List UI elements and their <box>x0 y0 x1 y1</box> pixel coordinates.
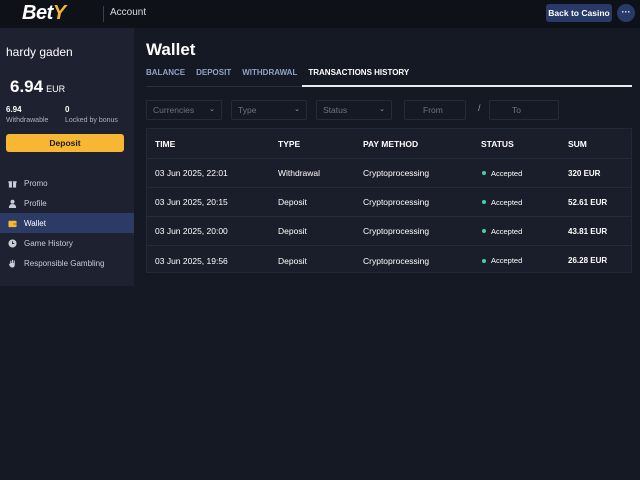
column-sum: SUM <box>568 138 587 149</box>
sidebar-item-game-history[interactable]: Game History <box>0 233 134 253</box>
row-status: Accepted <box>482 246 522 275</box>
row-type: Deposit <box>278 255 307 266</box>
type-select[interactable]: Type ⌄ <box>231 100 307 120</box>
status-dot-icon <box>482 200 486 204</box>
status-dot-icon <box>482 171 486 175</box>
chevron-down-icon: ⌄ <box>209 106 215 113</box>
row-status: Accepted <box>482 217 522 245</box>
active-tab-indicator <box>302 85 632 87</box>
sidebar-item-wallet[interactable]: Wallet <box>0 213 134 233</box>
bonus-label: Locked by bonus <box>65 117 118 124</box>
row-time: 03 Jun 2025, 22:01 <box>155 168 228 178</box>
to-date-input[interactable]: To <box>489 100 559 120</box>
username: hardy gaden <box>6 45 73 59</box>
sidebar-item-label: Promo <box>24 178 48 188</box>
bety-logo[interactable]: BetY <box>22 2 66 25</box>
balance-value: 6.94 <box>10 77 44 96</box>
column-pay-method: PAY METHOD <box>363 138 419 149</box>
status-placeholder: Status <box>323 105 348 115</box>
clock-icon <box>7 238 17 248</box>
balance-currency: EUR <box>46 84 66 94</box>
row-status-text: Accepted <box>491 168 523 178</box>
logo-accent-text: Y <box>52 2 66 24</box>
bonus-stat: 0 Locked by bonus <box>65 105 118 124</box>
back-to-casino-button[interactable]: Back to Casino <box>546 4 612 22</box>
row-type: Withdrawal <box>278 168 321 178</box>
type-placeholder: Type <box>238 105 257 115</box>
row-pay-method: Cryptoprocessing <box>363 226 430 236</box>
row-time: 03 Jun 2025, 20:15 <box>155 197 228 207</box>
sidebar-item-label: Responsible Gambling <box>24 258 105 268</box>
currencies-select[interactable]: Currencies ⌄ <box>146 100 222 120</box>
row-status: Accepted <box>482 159 522 187</box>
transactions-table: TIME TYPE PAY METHOD STATUS SUM 03 Jun 2… <box>146 128 632 273</box>
chevron-down-icon: ⌄ <box>294 106 300 113</box>
currencies-placeholder: Currencies <box>153 105 195 115</box>
row-pay-method: Cryptoprocessing <box>363 168 430 178</box>
status-dot-icon <box>482 229 486 233</box>
row-sum: 52.61 EUR <box>568 197 608 207</box>
status-select[interactable]: Status ⌄ <box>316 100 392 120</box>
tab-withdrawal[interactable]: WITHDRAWAL <box>242 68 297 84</box>
tab-transactions-history[interactable]: TRANSACTIONS HISTORY <box>308 68 409 84</box>
row-type: Deposit <box>278 226 307 236</box>
page-title: Wallet <box>146 40 196 59</box>
withdrawable-label: Withdrawable <box>6 117 49 124</box>
tab-deposit[interactable]: DEPOSIT <box>196 68 231 84</box>
sidebar-item-label: Profile <box>24 198 47 208</box>
table-row: 03 Jun 2025, 20:15 Deposit Cryptoprocess… <box>147 188 631 217</box>
from-date-input[interactable]: From <box>404 100 466 120</box>
tab-balance[interactable]: BALANCE <box>146 68 185 84</box>
column-status: STATUS <box>481 138 514 149</box>
gift-icon <box>7 178 17 188</box>
withdrawable-stat: 6.94 Withdrawable <box>6 105 48 124</box>
sidebar-nav: Promo Profile Wallet Game History Respon… <box>0 173 134 273</box>
withdrawable-value: 6.94 <box>6 105 22 114</box>
row-status: Accepted <box>482 188 522 216</box>
row-type: Deposit <box>278 197 307 207</box>
sidebar-item-label: Game History <box>24 238 73 248</box>
section-title: Account <box>110 7 147 18</box>
row-time: 03 Jun 2025, 19:56 <box>155 255 228 266</box>
user-icon <box>7 198 17 208</box>
status-dot-icon <box>482 258 486 263</box>
account-sidebar: hardy gaden 6.94 EUR 6.94 Withdrawable 0 … <box>0 28 134 286</box>
row-status-text: Accepted <box>491 197 523 207</box>
top-bar: BetY Account Back to Casino ··· <box>0 0 640 28</box>
column-time: TIME <box>155 138 176 149</box>
more-options-icon[interactable]: ··· <box>617 4 635 22</box>
table-row: 03 Jun 2025, 22:01 Withdrawal Cryptoproc… <box>147 159 631 188</box>
header-divider <box>103 6 104 22</box>
bonus-value: 0 <box>65 105 70 114</box>
sidebar-item-profile[interactable]: Profile <box>0 193 134 213</box>
sidebar-item-promo[interactable]: Promo <box>0 173 134 193</box>
column-type: TYPE <box>278 138 301 149</box>
deposit-button[interactable]: Deposit <box>6 134 124 152</box>
date-separator: / <box>478 103 481 113</box>
row-sum: 26.28 EUR <box>568 256 608 265</box>
sidebar-item-label: Wallet <box>24 218 46 228</box>
table-row: 03 Jun 2025, 19:56 Deposit Cryptoprocess… <box>147 246 631 275</box>
row-sum: 43.81 EUR <box>568 226 608 236</box>
sidebar-item-responsible-gambling[interactable]: Responsible Gambling <box>0 253 134 273</box>
table-row: 03 Jun 2025, 20:00 Deposit Cryptoprocess… <box>147 217 631 246</box>
chevron-down-icon: ⌄ <box>379 106 385 113</box>
balance-display: 6.94 EUR <box>10 77 65 97</box>
wallet-tabs: BALANCE DEPOSIT WITHDRAWAL TRANSACTIONS … <box>146 68 420 84</box>
row-status-text: Accepted <box>491 226 523 236</box>
row-time: 03 Jun 2025, 20:00 <box>155 226 228 236</box>
table-header: TIME TYPE PAY METHOD STATUS SUM <box>147 129 631 159</box>
wallet-icon <box>7 218 17 228</box>
row-pay-method: Cryptoprocessing <box>363 197 430 207</box>
row-sum: 320 EUR <box>568 168 601 178</box>
row-pay-method: Cryptoprocessing <box>363 255 430 266</box>
hand-icon <box>7 258 17 268</box>
row-status-text: Accepted <box>491 256 523 265</box>
logo-main-text: Bet <box>22 2 53 24</box>
